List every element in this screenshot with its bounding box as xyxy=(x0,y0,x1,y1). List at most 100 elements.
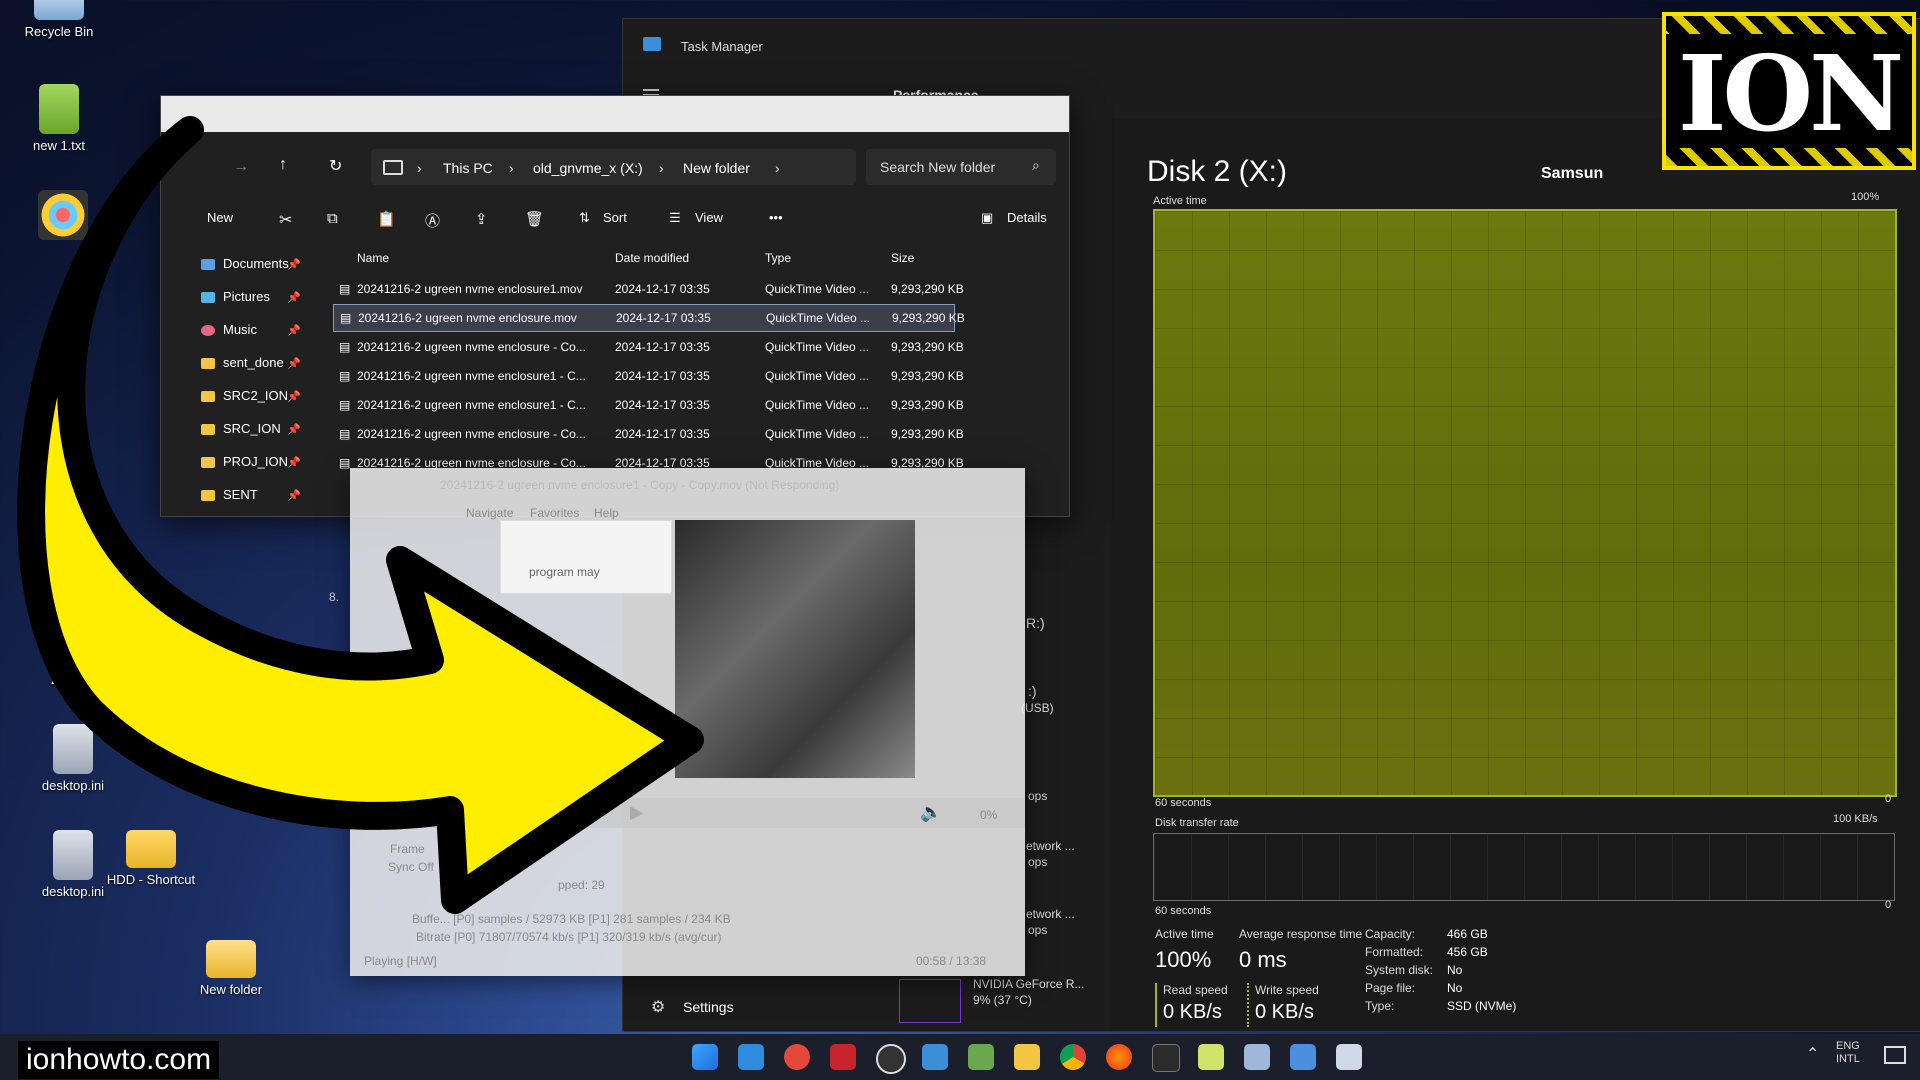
gpu-label[interactable]: NVIDIA GeForce R... xyxy=(973,977,1084,991)
obs-icon[interactable] xyxy=(876,1044,906,1074)
file-size: 9,293,290 KB xyxy=(891,282,964,296)
perf-list-item[interactable]: (USB) xyxy=(1021,701,1054,715)
active-time-stat-value: 100% xyxy=(1155,947,1212,972)
search-icon: ⌕ xyxy=(1032,157,1040,173)
perf-list-item[interactable]: etwork ... xyxy=(1026,839,1075,853)
settings-gear-icon[interactable]: ⚙ xyxy=(651,997,665,1017)
system-disk-label: System disk: xyxy=(1365,963,1434,977)
details-icon: ▣ xyxy=(981,210,994,225)
filezilla-icon[interactable] xyxy=(830,1044,856,1070)
active-time-stat-label: Active time xyxy=(1155,927,1214,941)
disk-model: Samsun xyxy=(1541,165,1604,182)
read-speed-indicator xyxy=(1155,983,1157,1027)
file-size: 9,293,290 KB xyxy=(891,369,964,383)
disk-title: Disk 2 (X:) xyxy=(1147,155,1288,188)
terminal-icon[interactable] xyxy=(1152,1044,1180,1072)
avg-response-label: Average response time xyxy=(1239,927,1363,941)
file-size: 9,293,290 KB xyxy=(891,398,964,412)
desktop-app-icon[interactable] xyxy=(738,1044,764,1070)
system-disk-value: No xyxy=(1447,963,1463,977)
avg-response-value: 0 ms xyxy=(1239,947,1287,972)
taskbar xyxy=(0,1034,1920,1080)
folder-graphic xyxy=(206,940,256,978)
active-time-max: 100% xyxy=(1851,191,1880,203)
file-type: QuickTime Video ... xyxy=(766,311,871,325)
tray-chevron-icon[interactable]: ⌃ xyxy=(1806,1044,1819,1064)
graph-duration-label: 60 seconds xyxy=(1155,797,1212,809)
media-player-taskbar-icon[interactable] xyxy=(1244,1044,1270,1070)
folder-icon[interactable]: New folder xyxy=(186,940,276,997)
firefox-icon[interactable] xyxy=(1106,1044,1132,1070)
perf-list-item[interactable]: ops xyxy=(1028,789,1047,803)
capacity-value: 466 GB xyxy=(1447,927,1488,941)
file-size: 9,293,290 KB xyxy=(891,427,964,441)
file-size: 9,293,290 KB xyxy=(891,340,964,354)
transfer-rate-max: 100 KB/s xyxy=(1833,813,1878,825)
chrome-icon[interactable] xyxy=(1060,1044,1086,1070)
settings-app-icon[interactable] xyxy=(1290,1044,1316,1070)
perf-list-item[interactable]: etwork ... xyxy=(1026,907,1075,921)
page-file-value: No xyxy=(1447,981,1463,995)
start-icon[interactable] xyxy=(692,1044,718,1070)
network-icon[interactable] xyxy=(1884,1046,1906,1064)
active-time-label: Active time xyxy=(1153,195,1207,207)
read-speed-label: Read speed xyxy=(1163,983,1228,997)
settings-button[interactable]: Settings xyxy=(683,999,734,1015)
type-label: Type: xyxy=(1365,999,1395,1013)
column-header-size[interactable]: Size xyxy=(891,251,914,265)
recycle-bin-icon[interactable]: Recycle Bin xyxy=(14,0,104,39)
file-type: QuickTime Video ... xyxy=(765,369,870,383)
playback-status: Playing [H/W] xyxy=(364,954,437,968)
file-size: 9,293,290 KB xyxy=(892,311,965,325)
column-header-type[interactable]: Type xyxy=(765,251,791,265)
formatted-label: Formatted: xyxy=(1365,945,1424,959)
transfer-rate-label: Disk transfer rate xyxy=(1155,817,1239,829)
record-app-icon[interactable] xyxy=(784,1044,810,1070)
task-manager-taskbar-icon[interactable] xyxy=(922,1044,948,1070)
volume-icon[interactable]: 🔈 xyxy=(920,802,942,823)
active-time-graph xyxy=(1153,209,1897,797)
write-speed-indicator xyxy=(1247,983,1249,1027)
language-indicator[interactable]: ENG INTL xyxy=(1836,1040,1876,1066)
notepad-icon[interactable] xyxy=(1198,1044,1224,1070)
arrow-body xyxy=(17,116,704,914)
disk-performance-panel: Disk 2 (X:) Samsun Active time 100% 60 s… xyxy=(1111,119,1920,1031)
gpu-mini-graph xyxy=(899,979,961,1023)
file-type: QuickTime Video ... xyxy=(765,398,870,412)
transfer-rate-graph xyxy=(1153,833,1895,901)
perf-list-item[interactable]: :) xyxy=(1028,683,1037,699)
playback-time: 00:58 / 13:38 xyxy=(916,954,987,968)
file-explorer-taskbar-icon[interactable] xyxy=(1014,1044,1040,1070)
page-file-label: Page file: xyxy=(1365,981,1416,995)
type-value: SSD (NVMe) xyxy=(1447,999,1517,1013)
logo-text: ION xyxy=(1677,32,1904,155)
more-options-icon[interactable]: ••• xyxy=(769,210,783,225)
details-button[interactable]: Details xyxy=(1007,210,1047,225)
task-manager-logo-icon xyxy=(643,37,661,51)
file-type: QuickTime Video ... xyxy=(765,427,870,441)
recycle-bin-graphic xyxy=(34,0,84,20)
formatted-value: 456 GB xyxy=(1447,945,1488,959)
graph-duration-label: 60 seconds xyxy=(1155,905,1212,917)
desktop-icon-label: New folder xyxy=(199,982,263,997)
gpu-usage: 9% (37 °C) xyxy=(973,993,1032,1007)
file-type: QuickTime Video ... xyxy=(765,340,870,354)
ion-logo: ION xyxy=(1662,12,1916,170)
capacity-label: Capacity: xyxy=(1365,927,1416,941)
perf-list-item[interactable]: R:) xyxy=(1026,615,1045,631)
yellow-arrow-overlay xyxy=(17,116,704,914)
perf-list-item[interactable]: ops xyxy=(1028,923,1047,937)
pinned-app-icon[interactable] xyxy=(1336,1044,1362,1070)
site-watermark: ionhowto.com xyxy=(18,1041,220,1079)
perf-list-item[interactable]: ops xyxy=(1028,855,1047,869)
volume-level: 0% xyxy=(980,808,998,822)
write-speed-label: Write speed xyxy=(1255,983,1319,997)
graph-min-label: 0 xyxy=(1885,899,1892,911)
file-type: QuickTime Video ... xyxy=(765,282,870,296)
photo-app-icon[interactable] xyxy=(968,1044,994,1070)
search-placeholder: Search New folder xyxy=(880,159,996,175)
desktop-icon-label: Recycle Bin xyxy=(24,24,94,39)
window-title: Task Manager xyxy=(681,39,763,54)
search-input[interactable]: Search New folder ⌕ xyxy=(866,149,1056,185)
hamburger-menu-icon[interactable] xyxy=(643,89,659,91)
